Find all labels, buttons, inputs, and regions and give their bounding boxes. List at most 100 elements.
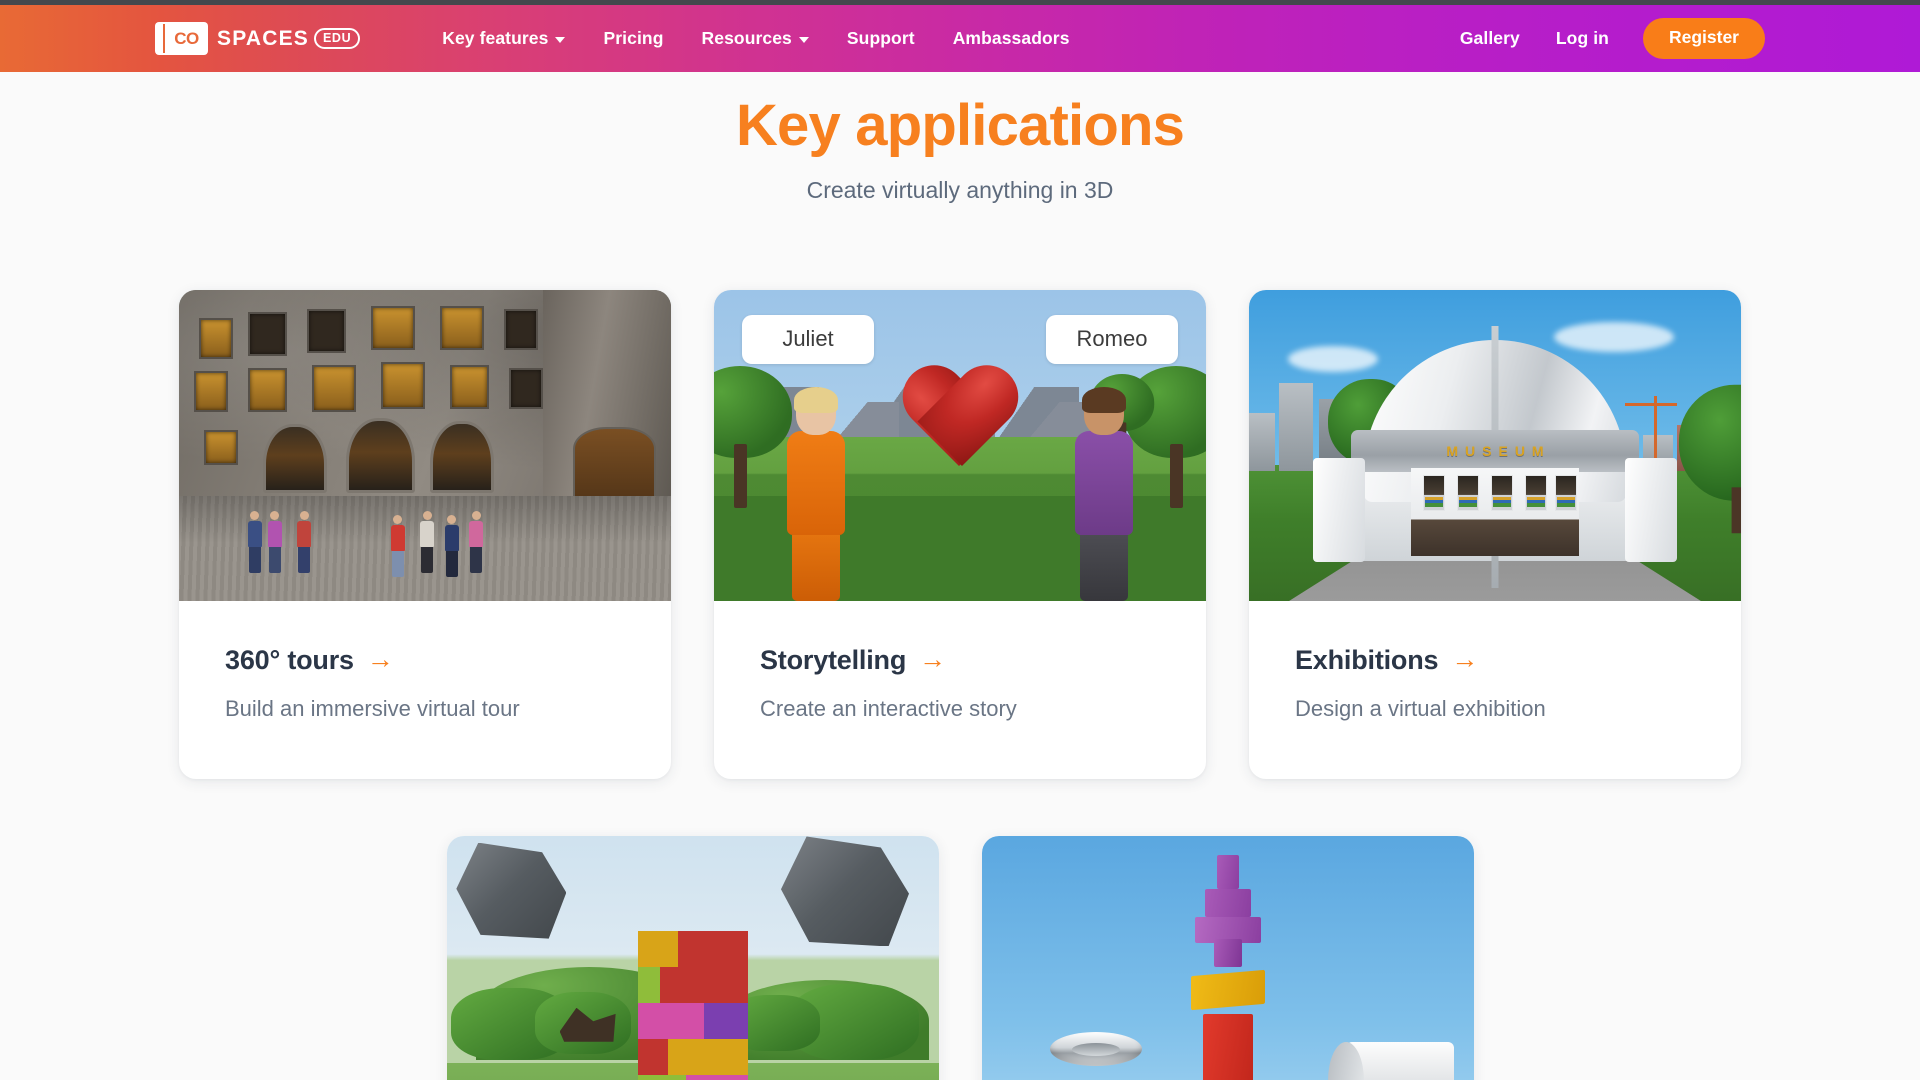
block-red — [1202, 1013, 1253, 1080]
card-360-tours[interactable]: 360° tours → Build an immersive virtual … — [179, 290, 671, 780]
exhibit-frame — [1525, 474, 1547, 511]
crane-arm — [1625, 402, 1678, 406]
cospaces-edu-logo[interactable]: CO SPACES EDU — [155, 22, 361, 55]
card-thumbnail-valley — [446, 836, 939, 1080]
heart-icon — [899, 368, 1021, 478]
nav-item-gallery[interactable]: Gallery — [1460, 29, 1520, 48]
cloud — [1288, 346, 1379, 373]
nav-item-resources[interactable]: Resources — [701, 27, 809, 48]
arched-window — [346, 417, 416, 493]
register-button[interactable]: Register — [1642, 18, 1765, 59]
key-applications-grid: 360° tours → Build an immersive virtual … — [0, 290, 1920, 780]
block — [637, 1075, 748, 1080]
card-storytelling[interactable]: Juliet Romeo Storytelling → Create an in… — [714, 290, 1206, 780]
block — [637, 931, 748, 968]
card-thumbnail-sky — [981, 836, 1474, 1080]
building — [1249, 412, 1275, 471]
name-label-juliet: Juliet — [742, 315, 874, 365]
card-body: Exhibitions → Design a virtual exhibitio… — [1249, 601, 1741, 779]
cylinder-shape — [1327, 1041, 1454, 1080]
logo-mark-text: CO — [174, 29, 199, 48]
card-body: 360° tours → Build an immersive virtual … — [179, 601, 671, 779]
card-thumbnail-360-tours — [179, 290, 671, 602]
nav-item-pricing[interactable]: Pricing — [603, 29, 663, 48]
sky-blocks-scene — [981, 836, 1474, 1080]
crane — [1654, 396, 1658, 459]
cloud — [1554, 321, 1675, 352]
nav-item-ambassadors[interactable]: Ambassadors — [953, 29, 1070, 48]
arched-window — [262, 424, 327, 493]
card-title-row: 360° tours → — [225, 645, 625, 676]
low-poly-valley-scene — [446, 836, 939, 1080]
card-exhibitions[interactable]: MUSEUM Exhibitions → Design a virtual ex… — [1249, 290, 1741, 780]
window — [370, 305, 416, 350]
block-purple — [1216, 855, 1239, 890]
exhibit-frame — [1491, 474, 1513, 511]
person — [469, 511, 484, 574]
window — [247, 312, 288, 356]
building — [1279, 382, 1313, 471]
window — [306, 309, 347, 353]
card-row2-sky[interactable] — [981, 836, 1474, 1080]
block — [637, 1003, 748, 1040]
exhibit-frame — [1457, 474, 1479, 511]
card-thumbnail-exhibitions: MUSEUM — [1249, 290, 1741, 602]
secondary-nav: Gallery Log in Register — [1460, 18, 1765, 59]
window — [380, 361, 425, 409]
card-title: Exhibitions — [1295, 645, 1439, 676]
primary-nav: Key features Pricing Resources Support A… — [442, 27, 1070, 48]
card-title: 360° tours — [225, 645, 354, 676]
card-title: Storytelling — [760, 645, 907, 676]
tree — [1679, 385, 1741, 534]
window — [508, 368, 544, 409]
arched-window — [429, 421, 494, 493]
exhibit-frame — [1423, 474, 1445, 511]
block — [637, 967, 748, 1004]
window — [311, 365, 357, 412]
block-purple — [1204, 889, 1251, 918]
logo-mark-icon: CO — [155, 22, 208, 55]
page-header: Key applications Create virtually anythi… — [0, 72, 1920, 204]
nav-label: Key features — [442, 27, 549, 48]
card-row2-valley[interactable] — [446, 836, 939, 1080]
card-body: Storytelling → Create an interactive sto… — [714, 601, 1206, 779]
rock — [456, 842, 567, 939]
key-applications-grid-row-2 — [0, 836, 1920, 1080]
torus-shape — [1050, 1032, 1143, 1067]
person — [247, 511, 262, 574]
card-description: Build an immersive virtual tour — [225, 696, 520, 722]
window — [193, 371, 229, 412]
card-description: Create an interactive story — [760, 696, 1017, 722]
arrow-right-icon: → — [919, 644, 946, 675]
museum-sign-band: MUSEUM — [1351, 430, 1639, 473]
logo-edu-badge: EDU — [314, 28, 361, 49]
block-tower — [637, 931, 748, 1080]
window — [503, 309, 539, 350]
nav-item-key-features[interactable]: Key features — [442, 27, 566, 48]
card-title-row: Storytelling → — [760, 645, 1160, 676]
block-purple — [1213, 939, 1242, 968]
romeo-juliet-scene: Juliet Romeo — [714, 290, 1206, 602]
chevron-down-icon — [555, 36, 566, 43]
card-thumbnail-storytelling: Juliet Romeo — [714, 290, 1206, 602]
nav-item-login[interactable]: Log in — [1556, 29, 1609, 48]
chevron-down-icon — [798, 36, 809, 43]
person — [297, 511, 312, 574]
nav-label: Resources — [701, 27, 792, 48]
nav-item-support[interactable]: Support — [847, 29, 915, 48]
person — [390, 514, 405, 577]
person — [267, 511, 282, 574]
museum-entrance — [1411, 467, 1579, 556]
exhibit-frame — [1555, 474, 1577, 511]
person — [444, 514, 459, 577]
window — [247, 368, 288, 412]
window — [449, 365, 489, 409]
page-subtitle: Create virtually anything in 3D — [806, 177, 1114, 204]
main-navbar: CO SPACES EDU Key features Pricing Resou… — [0, 5, 1920, 72]
arrow-right-icon: → — [366, 644, 394, 675]
pillar-left — [1312, 458, 1365, 563]
museum-scene: MUSEUM — [1249, 290, 1741, 602]
arrow-right-icon: → — [1451, 644, 1479, 675]
window — [439, 305, 485, 350]
museum-sign-text: MUSEUM — [1446, 443, 1551, 460]
